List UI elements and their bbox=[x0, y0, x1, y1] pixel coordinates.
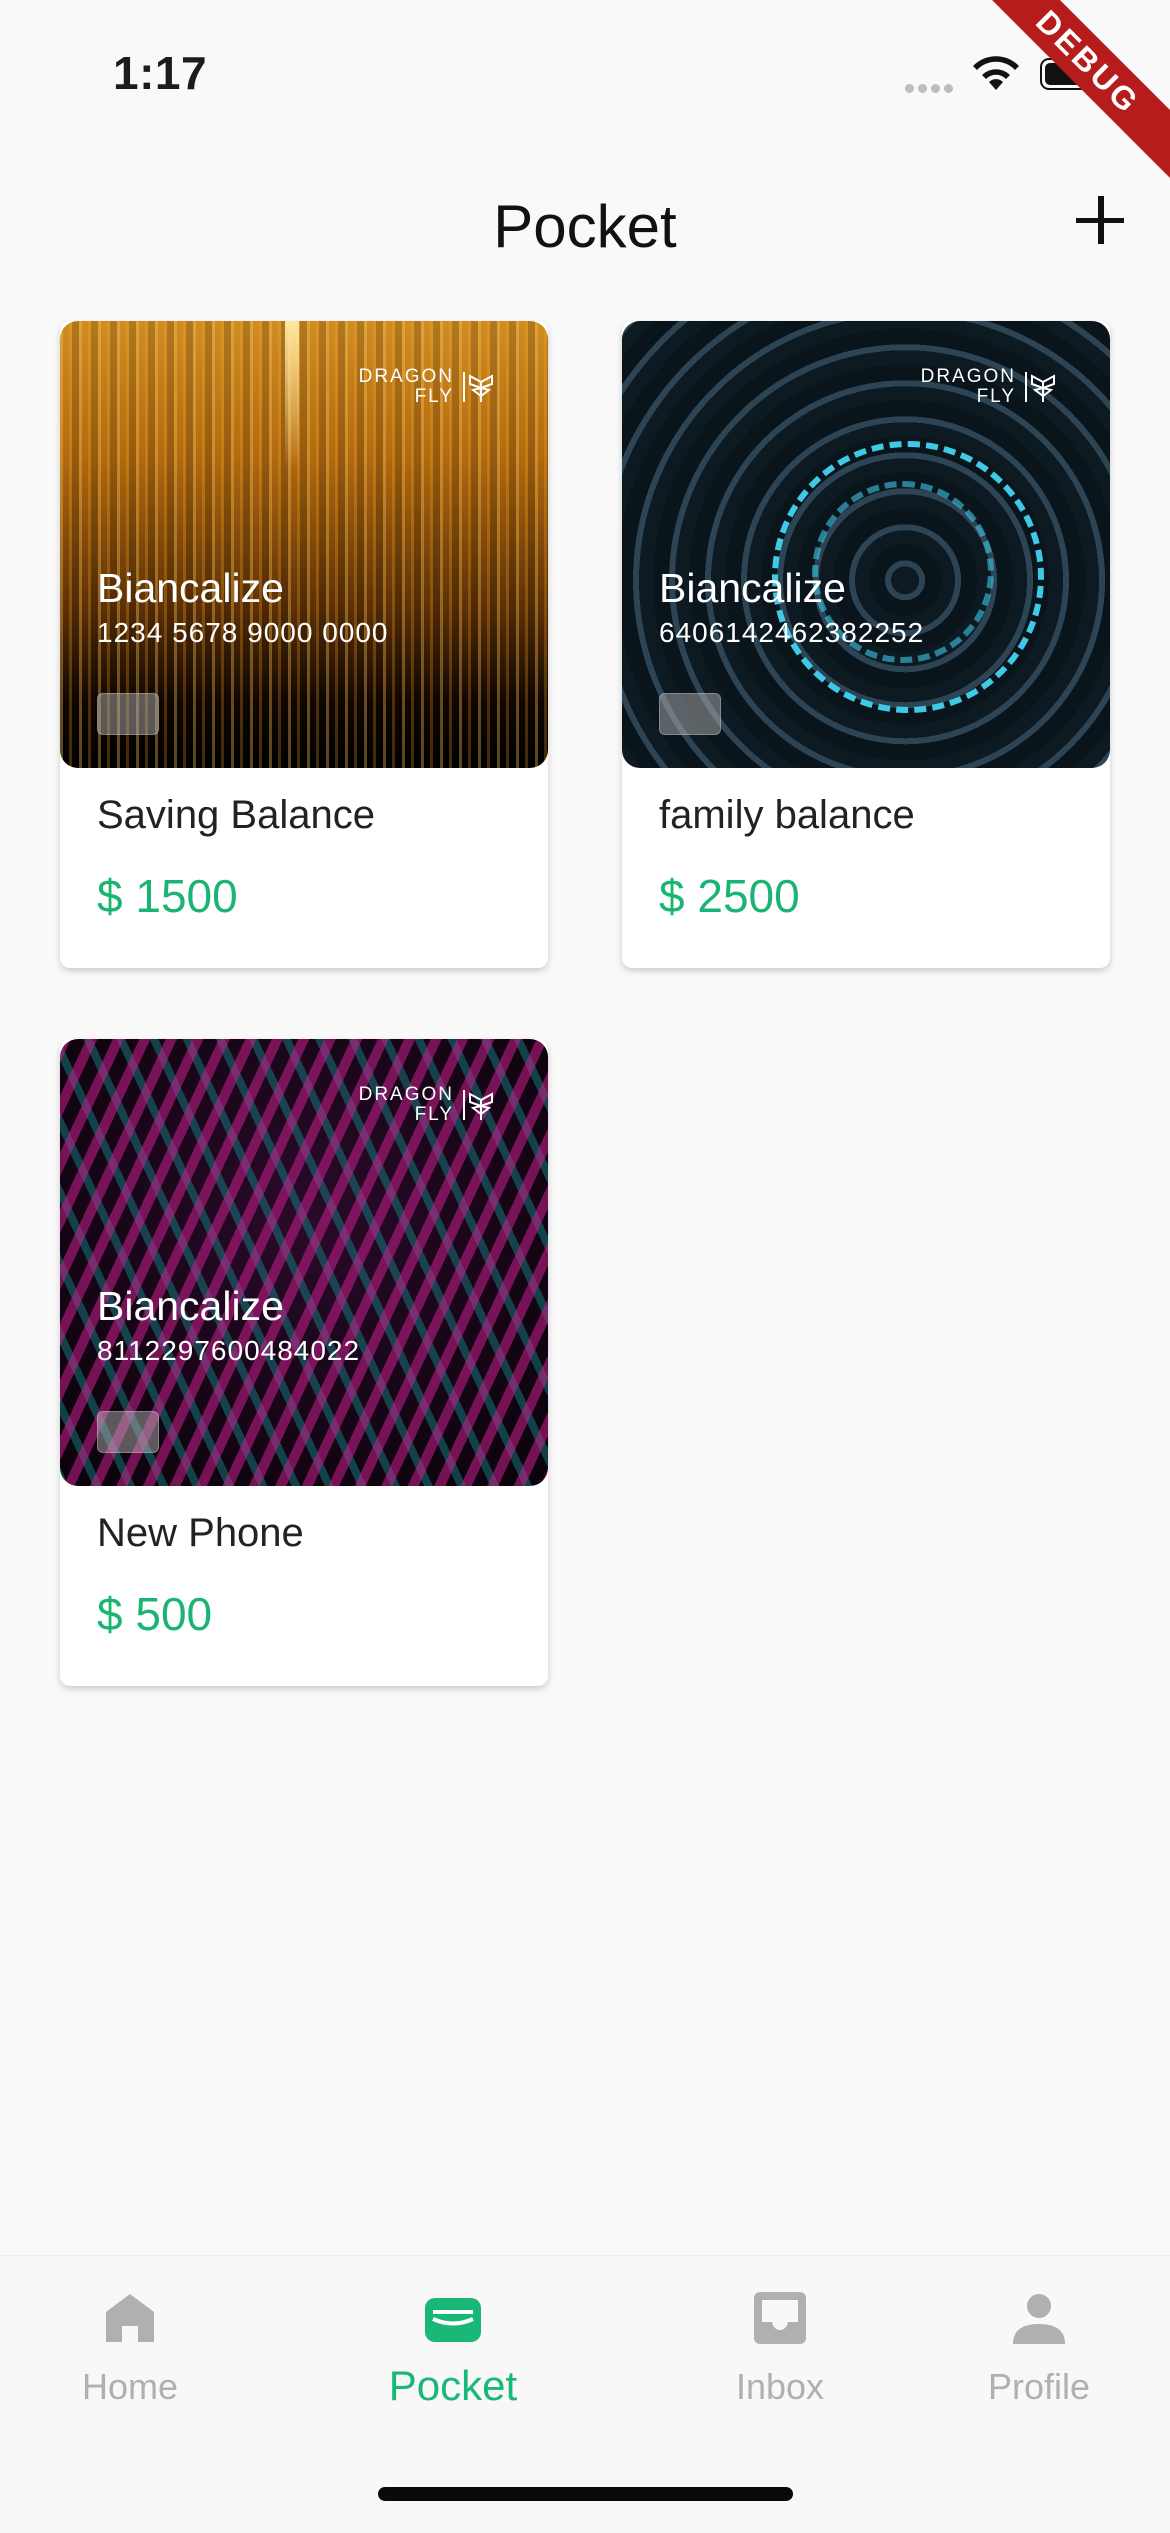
nav-inbox[interactable]: Inbox bbox=[680, 2256, 880, 2416]
brand-logo: DRAGON FLY bbox=[359, 367, 500, 407]
person-icon bbox=[1013, 2294, 1065, 2344]
nav-pocket[interactable]: Pocket bbox=[353, 2256, 553, 2416]
card-image: DRAGON FLY Biancalize 1234 5678 9000 000… bbox=[60, 321, 548, 768]
pocket-amount: $ 1500 bbox=[97, 870, 238, 922]
dragonfly-icon bbox=[463, 1090, 493, 1120]
status-bar: 1:17 DEBUG bbox=[0, 0, 1170, 193]
pocket-name: family balance bbox=[659, 793, 915, 837]
pocket-card[interactable]: DRAGON FLY Biancalize 1234 5678 9000 000… bbox=[60, 321, 548, 968]
cellular-signal-icon bbox=[905, 80, 957, 98]
dragonfly-icon bbox=[463, 372, 493, 402]
brand-name-line1: DRAGON bbox=[358, 1084, 454, 1105]
nav-home[interactable]: Home bbox=[30, 2256, 230, 2416]
brand-logo: DRAGON FLY bbox=[921, 367, 1062, 407]
nav-profile-label: Profile bbox=[987, 2366, 1091, 2407]
pocket-card[interactable]: DRAGON FLY Biancalize 8112297600484022 N… bbox=[60, 1039, 548, 1686]
card-chip-icon bbox=[659, 693, 721, 735]
home-indicator bbox=[378, 2487, 793, 2501]
brand-logo: DRAGON FLY bbox=[359, 1085, 500, 1125]
card-chip-icon bbox=[97, 693, 159, 735]
app-header: Pocket bbox=[0, 180, 1170, 270]
card-number: 6406142462382252 bbox=[659, 617, 925, 648]
brand-name-line2: FLY bbox=[414, 1104, 454, 1125]
page-title: Pocket bbox=[493, 193, 677, 260]
home-icon bbox=[106, 2294, 154, 2342]
brand-name-line2: FLY bbox=[414, 386, 454, 407]
pocket-card[interactable]: DRAGON FLY Biancalize 6406142462382252 f… bbox=[622, 321, 1110, 968]
card-number: 8112297600484022 bbox=[97, 1335, 361, 1366]
pocket-amount: $ 500 bbox=[97, 1588, 213, 1640]
status-time: 1:17 bbox=[113, 47, 208, 99]
card-holder-name: Biancalize bbox=[97, 565, 284, 611]
card-chip-icon bbox=[97, 1411, 159, 1453]
card-holder-name: Biancalize bbox=[659, 565, 846, 611]
card-image: DRAGON FLY Biancalize 8112297600484022 bbox=[60, 1039, 548, 1486]
card-number: 1234 5678 9000 0000 bbox=[97, 617, 389, 648]
nav-pocket-label: Pocket bbox=[388, 2362, 518, 2409]
debug-banner: DEBUG bbox=[957, 0, 1170, 193]
card-holder-name: Biancalize bbox=[97, 1283, 284, 1329]
dragonfly-icon bbox=[1025, 372, 1055, 402]
brand-name-line1: DRAGON bbox=[358, 366, 454, 387]
pocket-name: New Phone bbox=[97, 1511, 304, 1555]
card-image: DRAGON FLY Biancalize 6406142462382252 bbox=[622, 321, 1110, 768]
nav-home-label: Home bbox=[81, 2366, 179, 2407]
inbox-icon bbox=[754, 2292, 806, 2344]
wifi-icon bbox=[973, 56, 1019, 90]
nav-inbox-label: Inbox bbox=[735, 2366, 825, 2407]
nav-profile[interactable]: Profile bbox=[939, 2256, 1139, 2416]
brand-name-line1: DRAGON bbox=[920, 366, 1016, 387]
wallet-icon bbox=[425, 2298, 481, 2342]
pocket-amount: $ 2500 bbox=[659, 870, 800, 922]
pocket-name: Saving Balance bbox=[97, 793, 375, 837]
brand-name-line2: FLY bbox=[976, 386, 1016, 407]
add-pocket-button[interactable] bbox=[1068, 192, 1132, 256]
